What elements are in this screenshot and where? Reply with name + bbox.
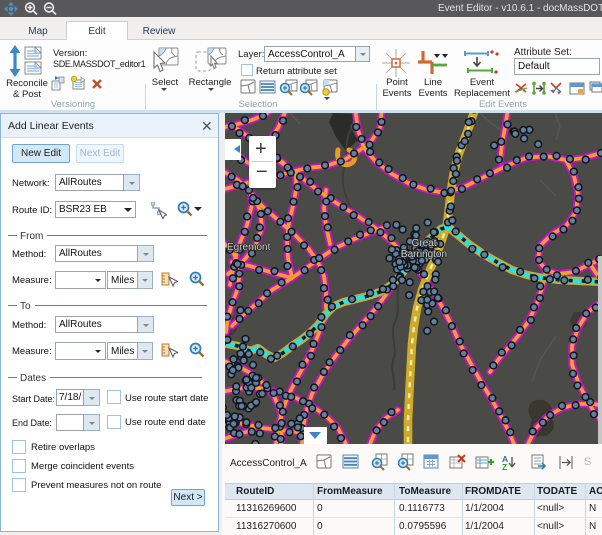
svg-text:Great: Great <box>411 238 436 249</box>
svg-text:Z: Z <box>502 462 507 471</box>
svg-text:S: S <box>584 456 591 468</box>
svg-text:Egremont: Egremont <box>227 242 271 253</box>
svg-text:Barrington: Barrington <box>401 249 447 260</box>
